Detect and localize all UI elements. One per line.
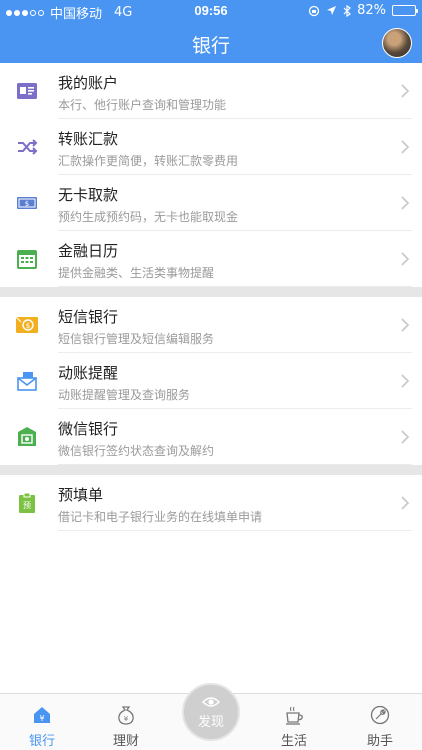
wechat-shield-icon <box>18 427 36 446</box>
menu-item-label: 转账汇款 <box>58 130 119 148</box>
menu-item-label: 短信银行 <box>58 308 119 326</box>
chevron-right-icon <box>401 196 410 210</box>
chevron-right-icon <box>401 318 410 332</box>
menu-item-label: 预填单 <box>58 486 104 504</box>
bluetooth-icon <box>343 4 352 17</box>
menu-item[interactable]: 微信银行微信银行签约状态查询及解约 <box>0 409 422 465</box>
chevron-right-icon <box>401 252 410 266</box>
page-title: 银行 <box>191 35 230 57</box>
row-divider <box>58 286 412 287</box>
coffee-cup-icon <box>286 706 303 725</box>
menu-item[interactable]: $ 短信银行短信银行管理及短信编辑服务 <box>0 297 422 353</box>
row-divider <box>58 464 412 465</box>
menu-item-desc: 微信银行签约状态查询及解约 <box>58 444 215 458</box>
svg-text:¥: ¥ <box>39 714 44 723</box>
menu-item[interactable]: $ 无卡取款预约生成预约码，无卡也能取现金 <box>0 175 422 231</box>
chevron-right-icon <box>401 84 410 98</box>
menu-item-desc: 提供金融类、生活类事物提醒 <box>58 266 215 280</box>
menu-item[interactable]: 金融日历提供金融类、生活类事物提醒 <box>0 231 422 287</box>
location-arrow-icon <box>327 6 337 15</box>
svg-text:$: $ <box>26 322 30 330</box>
menu-item[interactable]: 动账提醒动账提醒管理及查询服务 <box>0 353 422 409</box>
wrench-icon <box>370 705 390 725</box>
menu-group: $ 短信银行 短信银行管理及短信编辑服务 动账提醒 动账提醒管理及查询服务 微信银行 微信银… <box>0 297 422 465</box>
menu-list: 我的账户本行、他行账户查询和管理功能转账汇款汇款操作更简便，转账汇款零费用 $ 无卡… <box>0 63 422 531</box>
tab-finance[interactable]: ¥ 理财 <box>84 694 168 750</box>
menu-item-label: 无卡取款 <box>58 186 119 204</box>
menu-item-label: 我的账户 <box>58 74 119 92</box>
app-header: 中国移动 4G 09:56 82% 银行 <box>0 0 422 63</box>
menu-item-label: 动账提醒 <box>58 364 119 382</box>
chevron-right-icon <box>401 430 410 444</box>
menu-item-label: 微信银行 <box>58 420 119 438</box>
home-bank-icon: ¥ <box>34 707 50 723</box>
calendar-icon <box>17 250 37 269</box>
money-bag-icon: ¥ <box>118 706 134 725</box>
svg-text:预: 预 <box>23 500 31 510</box>
menu-group: 我的账户本行、他行账户查询和管理功能转账汇款汇款操作更简便，转账汇款零费用 $ 无卡… <box>0 63 422 287</box>
tab-bank[interactable]: ¥ 银行 <box>0 694 84 750</box>
account-card-icon <box>17 83 37 99</box>
menu-item-desc: 借记卡和电子银行业务的在线填单申请 <box>58 510 263 524</box>
discover-label: 发现 <box>197 715 224 730</box>
tab-bank-label: 银行 <box>28 734 55 749</box>
menu-item-label: 金融日历 <box>58 242 119 260</box>
section-divider <box>0 465 422 475</box>
menu-item-desc: 汇款操作更简便，转账汇款零费用 <box>58 154 239 168</box>
shuffle-transfer-icon <box>18 139 38 155</box>
menu-item[interactable]: 我的账户本行、他行账户查询和管理功能 <box>0 63 422 119</box>
mail-alert-icon <box>17 372 37 391</box>
discover-button[interactable]: 发现 <box>182 683 240 741</box>
tab-life-label: 生活 <box>280 734 307 749</box>
battery-icon <box>392 5 418 16</box>
cash-note-icon: $ <box>17 197 37 209</box>
status-right: 82% <box>308 3 418 18</box>
menu-item-desc: 本行、他行账户查询和管理功能 <box>58 98 227 112</box>
chevron-right-icon <box>401 140 410 154</box>
section-divider <box>0 287 422 297</box>
clipboard-form-icon: 预 <box>19 492 35 513</box>
tab-life[interactable]: 生活 <box>252 694 336 750</box>
menu-item[interactable]: 转账汇款汇款操作更简便，转账汇款零费用 <box>0 119 422 175</box>
menu-group: 预 预填单借记卡和电子银行业务的在线填单申请 <box>0 475 422 531</box>
avatar[interactable] <box>382 28 412 58</box>
chevron-right-icon <box>401 496 410 510</box>
status-bar: 中国移动 4G 09:56 82% <box>0 0 422 22</box>
menu-item-desc: 短信银行管理及短信编辑服务 <box>58 332 215 346</box>
svg-text:¥: ¥ <box>124 715 129 723</box>
row-divider <box>58 530 412 531</box>
chevron-right-icon <box>401 374 410 388</box>
tab-assistant[interactable]: 助手 <box>338 694 422 750</box>
menu-item-desc: 预约生成预约码，无卡也能取现金 <box>58 210 239 224</box>
svg-text:$: $ <box>25 200 29 208</box>
tab-assistant-label: 助手 <box>366 734 393 749</box>
tab-finance-label: 理财 <box>112 734 139 749</box>
menu-item-desc: 动账提醒管理及查询服务 <box>58 388 191 402</box>
sms-envelope-icon: $ <box>15 316 38 333</box>
eye-icon <box>202 697 220 707</box>
battery-percent: 82% <box>357 3 386 18</box>
menu-item[interactable]: 预 预填单借记卡和电子银行业务的在线填单申请 <box>0 475 422 531</box>
orientation-lock-icon <box>308 5 320 16</box>
